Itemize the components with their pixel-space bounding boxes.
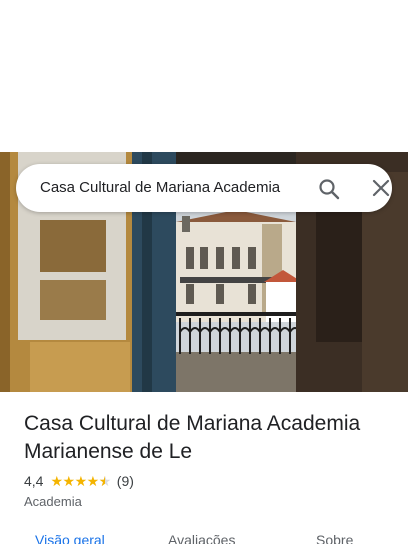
place-page: Casa Cultural de Mariana Academia Casa C…: [0, 0, 408, 544]
search-bar[interactable]: Casa Cultural de Mariana Academia: [16, 164, 392, 212]
star-icon: ★: [62, 473, 76, 489]
place-tabs: Visão geral Avaliações Sobre: [0, 532, 408, 544]
place-title: Casa Cultural de Mariana Academia Marian…: [24, 412, 361, 463]
tab-reviews[interactable]: Avaliações: [168, 532, 235, 544]
star-icon: ★: [86, 473, 100, 489]
review-count[interactable]: (9): [117, 473, 134, 489]
tab-about[interactable]: Sobre: [316, 532, 353, 544]
tab-overview[interactable]: Visão geral: [35, 532, 105, 544]
star-rating: ★ ★ ★ ★ ★: [50, 473, 112, 489]
star-icon: ★: [50, 473, 63, 489]
rating-row[interactable]: 4,4 ★ ★ ★ ★ ★ (9): [24, 472, 134, 490]
rating-value: 4,4: [24, 473, 44, 489]
place-category[interactable]: Academia: [24, 494, 82, 509]
search-icon[interactable]: [318, 178, 340, 200]
close-icon[interactable]: [371, 178, 391, 198]
half-star-icon: ★: [99, 474, 112, 488]
star-icon: ★: [74, 473, 88, 489]
search-input[interactable]: Casa Cultural de Mariana Academia: [40, 179, 295, 196]
